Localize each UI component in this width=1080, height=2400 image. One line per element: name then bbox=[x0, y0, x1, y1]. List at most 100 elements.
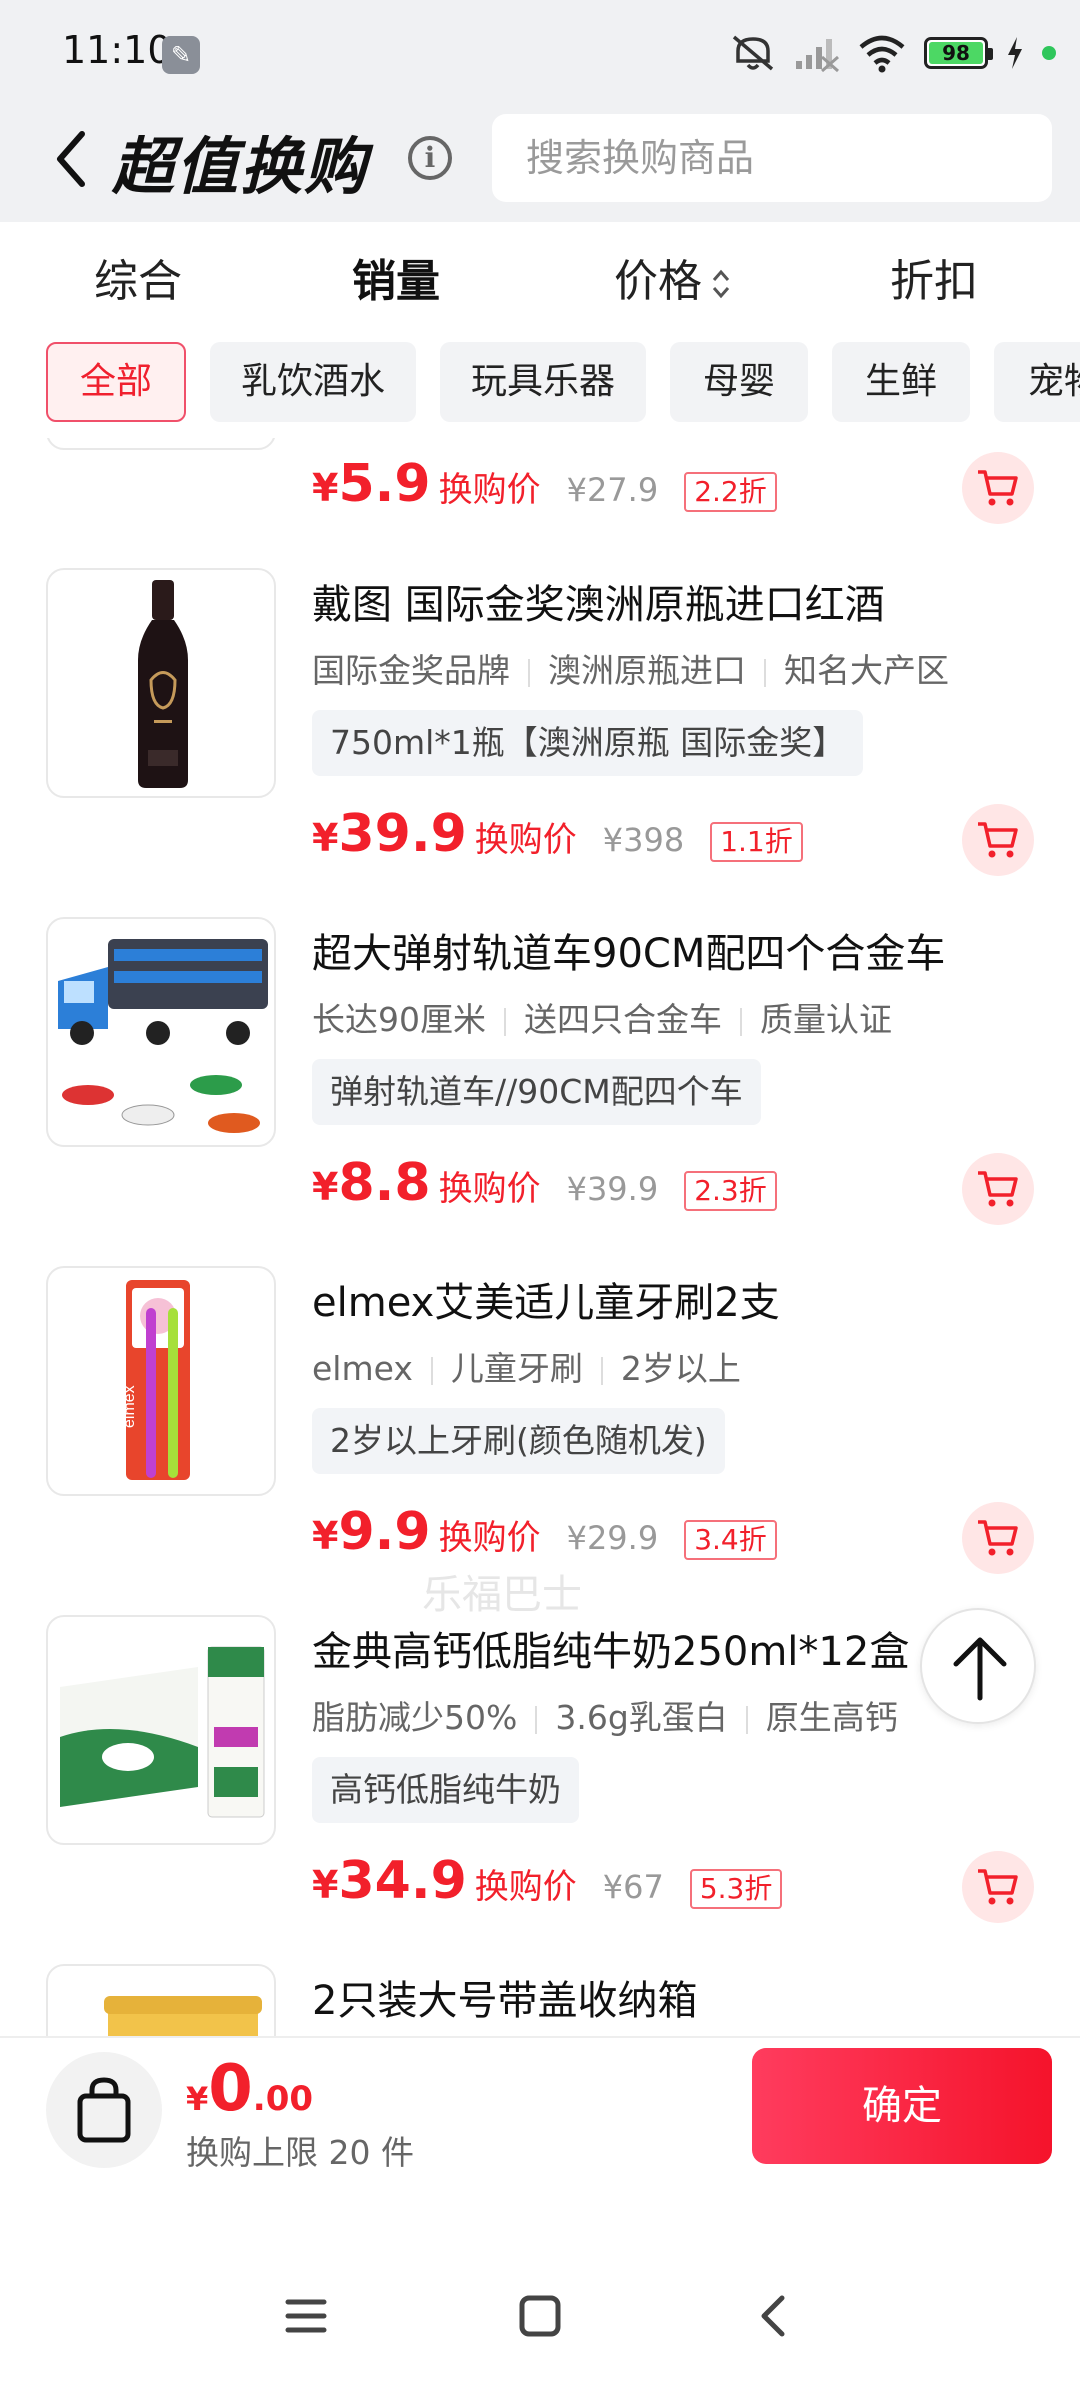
back-arrow-icon[interactable] bbox=[46, 124, 96, 194]
price-label: 换购价 bbox=[438, 1518, 541, 1558]
search-input[interactable]: 搜索换购商品 bbox=[492, 114, 1052, 202]
currency-symbol: ¥ bbox=[312, 1165, 339, 1209]
status-icons: 98 bbox=[730, 30, 1056, 76]
shopping-bag-button[interactable] bbox=[46, 2052, 162, 2168]
exchange-limit-text: 换购上限 20 件 bbox=[186, 2133, 414, 2172]
original-price: ¥67 bbox=[602, 1868, 664, 1906]
discount-badge: 1.1折 bbox=[710, 822, 803, 862]
exchange-price: 9.9 bbox=[338, 1502, 431, 1562]
price-row: ¥5.9 换购价 ¥27.9 2.2折 bbox=[312, 454, 777, 524]
product-spec: 750ml*1瓶【澳洲原瓶 国际金奖】 bbox=[312, 710, 864, 776]
chip-pets[interactable]: 宠物 bbox=[994, 342, 1080, 422]
cart-icon bbox=[978, 1869, 1018, 1905]
mute-icon bbox=[732, 35, 774, 71]
back-icon[interactable] bbox=[744, 2286, 804, 2346]
discount-badge: 3.4折 bbox=[684, 1520, 777, 1560]
price-label: 换购价 bbox=[438, 470, 541, 510]
signal-icon bbox=[796, 39, 839, 73]
add-to-cart-button[interactable] bbox=[962, 452, 1034, 524]
tag: 脂肪减少50% bbox=[312, 1698, 518, 1737]
product-item[interactable]: 2只装大号带盖收纳箱 bbox=[0, 1964, 1080, 2036]
status-bar: 11:10 ✎ 98 bbox=[0, 0, 1080, 104]
product-thumbnail[interactable] bbox=[46, 917, 276, 1147]
tag: 知名大产区 bbox=[784, 651, 949, 690]
wifi-icon bbox=[859, 35, 905, 73]
price-label: 换购价 bbox=[474, 820, 577, 860]
chip-baby[interactable]: 母婴 bbox=[670, 342, 808, 422]
discount-badge: 2.2折 bbox=[684, 472, 777, 512]
product-list: ¥5.9 换购价 ¥27.9 2.2折 戴图 国际金奖澳洲原瓶进口红酒 国际金奖… bbox=[0, 438, 1080, 2036]
camera-indicator-icon bbox=[1042, 46, 1056, 60]
currency-symbol: ¥ bbox=[312, 1514, 339, 1558]
price-label: 换购价 bbox=[438, 1169, 541, 1209]
product-thumbnail[interactable]: elmex bbox=[46, 1266, 276, 1496]
chip-dairy-drinks[interactable]: 乳饮酒水 bbox=[210, 342, 416, 422]
chip-all[interactable]: 全部 bbox=[46, 342, 186, 422]
product-title: 2只装大号带盖收纳箱 bbox=[312, 1978, 698, 2024]
product-title: elmex艾美适儿童牙刷2支 bbox=[312, 1280, 780, 1326]
total-decimal: .00 bbox=[252, 2079, 314, 2119]
product-tags: 长达90厘米 送四只合金车 质量认证 bbox=[312, 993, 892, 1041]
sort-arrows-icon bbox=[712, 269, 730, 299]
info-icon[interactable]: i bbox=[408, 136, 452, 180]
product-item[interactable]: ¥5.9 换购价 ¥27.9 2.2折 bbox=[0, 438, 1080, 524]
tag: 原生高钙 bbox=[765, 1698, 898, 1737]
product-thumbnail[interactable] bbox=[46, 1615, 276, 1845]
chip-toys[interactable]: 玩具乐器 bbox=[440, 342, 646, 422]
product-thumbnail[interactable] bbox=[46, 568, 276, 798]
toothbrush-image: elmex bbox=[121, 1280, 190, 1480]
original-price: ¥398 bbox=[602, 821, 685, 859]
tag: 长达90厘米 bbox=[312, 1000, 486, 1039]
product-item[interactable]: 超大弹射轨道车90CM配四个合金车 长达90厘米 送四只合金车 质量认证 弹射轨道车… bbox=[0, 917, 1080, 1267]
battery-icon: 98 bbox=[924, 37, 993, 69]
sort-tab-price-label: 价格 bbox=[614, 256, 702, 307]
toy-truck-image bbox=[58, 939, 268, 1133]
cart-icon bbox=[978, 470, 1018, 506]
add-to-cart-button[interactable] bbox=[962, 1153, 1034, 1225]
category-chips: 全部 乳饮酒水 玩具乐器 母婴 生鲜 宠物 bbox=[0, 342, 1080, 438]
page-title: 超值换购 bbox=[112, 130, 369, 203]
tag: 2岁以上 bbox=[620, 1349, 741, 1388]
home-icon[interactable] bbox=[510, 2286, 570, 2346]
currency-symbol: ¥ bbox=[312, 1863, 339, 1907]
tag: 送四只合金车 bbox=[524, 1000, 722, 1039]
product-item[interactable]: 金典高钙低脂纯牛奶250ml*12盒 脂肪减少50% 3.6g乳蛋白 原生高钙 高钙… bbox=[0, 1615, 1080, 1965]
product-tags: 国际金奖品牌 澳洲原瓶进口 知名大产区 bbox=[312, 644, 949, 692]
product-title: 超大弹射轨道车90CM配四个合金车 bbox=[312, 931, 946, 977]
chip-fresh[interactable]: 生鲜 bbox=[832, 342, 970, 422]
product-thumbnail[interactable] bbox=[46, 438, 276, 450]
discount-badge: 2.3折 bbox=[684, 1171, 777, 1211]
system-nav-bar bbox=[0, 2196, 1080, 2400]
product-thumbnail[interactable] bbox=[46, 1964, 276, 2036]
product-tags: elmex 儿童牙刷 2岁以上 bbox=[312, 1342, 741, 1390]
add-to-cart-button[interactable] bbox=[962, 1502, 1034, 1574]
exchange-price: 39.9 bbox=[338, 804, 467, 864]
add-to-cart-button[interactable] bbox=[962, 804, 1034, 876]
add-to-cart-button[interactable] bbox=[962, 1851, 1034, 1923]
confirm-button[interactable]: 确定 bbox=[752, 2048, 1052, 2164]
sort-tab-comprehensive[interactable]: 综合 bbox=[94, 242, 182, 322]
sort-tab-sales[interactable]: 销量 bbox=[352, 242, 440, 322]
sort-tab-price[interactable]: 价格 bbox=[614, 242, 732, 322]
watermark: 乐福巴士 bbox=[422, 1572, 582, 1618]
menu-icon[interactable] bbox=[276, 2286, 336, 2346]
product-title: 金典高钙低脂纯牛奶250ml*12盒 bbox=[312, 1629, 910, 1675]
cart-icon bbox=[978, 1520, 1018, 1556]
currency-symbol: ¥ bbox=[312, 816, 339, 860]
svg-text:elmex: elmex bbox=[121, 1385, 138, 1428]
product-item[interactable]: 戴图 国际金奖澳洲原瓶进口红酒 国际金奖品牌 澳洲原瓶进口 知名大产区 750ml*… bbox=[0, 568, 1080, 918]
back-to-top-button[interactable] bbox=[920, 1608, 1036, 1724]
tag: elmex bbox=[312, 1349, 413, 1388]
total-integer: 0 bbox=[208, 2052, 253, 2126]
product-spec: 高钙低脂纯牛奶 bbox=[312, 1757, 579, 1823]
shopping-bag-icon bbox=[77, 2077, 131, 2143]
cart-icon bbox=[978, 822, 1018, 858]
sort-bar: 综合 销量 价格 折扣 bbox=[0, 222, 1080, 342]
cart-icon bbox=[978, 1171, 1018, 1207]
battery-level: 98 bbox=[942, 41, 970, 65]
product-title: 戴图 国际金奖澳洲原瓶进口红酒 bbox=[312, 582, 885, 628]
sort-tab-discount[interactable]: 折扣 bbox=[890, 242, 978, 322]
total-price: ¥0.00 bbox=[186, 2052, 313, 2126]
tag: 国际金奖品牌 bbox=[312, 651, 510, 690]
original-price: ¥27.9 bbox=[566, 471, 659, 509]
